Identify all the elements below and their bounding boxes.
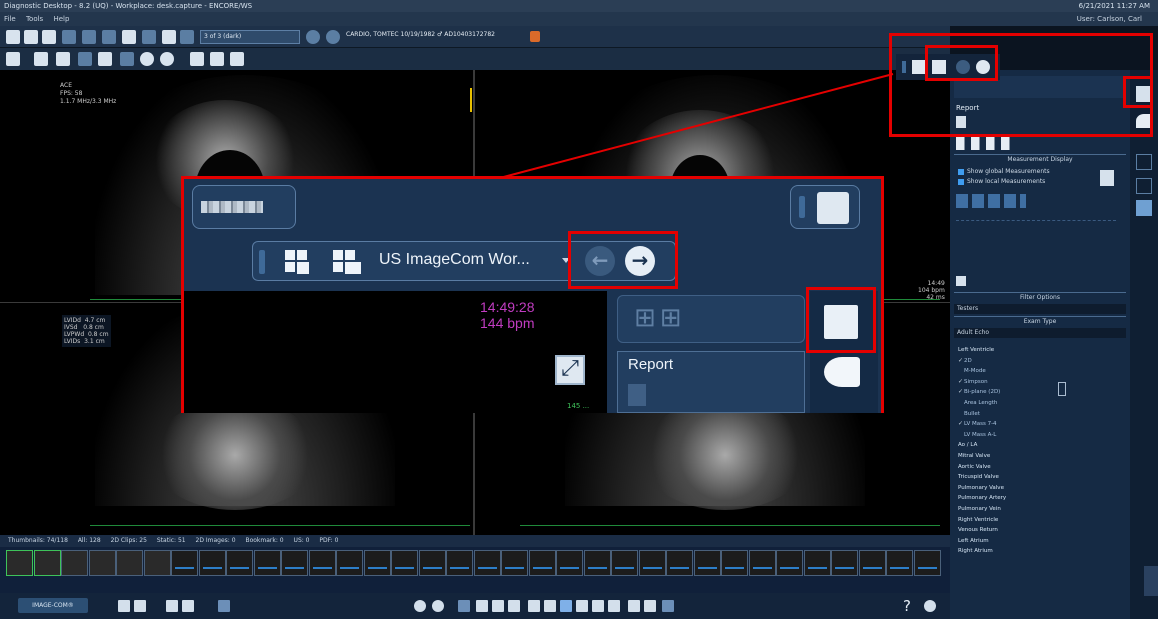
expand-icon[interactable]: ⤢ [555,355,585,385]
zoom-bpm-text: 144 bpm [480,315,535,331]
blurred-patient-name [201,201,263,213]
grip-icon[interactable] [259,250,265,274]
layout-grid-buttons[interactable]: ⊞⊞ [617,295,805,343]
grip-icon[interactable] [799,196,805,218]
close-image-icon[interactable] [817,192,849,224]
zoom-time: 14:49:28 144 bpm [480,299,535,331]
key-icon[interactable] [824,357,860,387]
layout-hp-icon[interactable] [331,248,363,276]
highlight-arrows-zoom [568,231,678,289]
zoom-green-text: 145 ... [567,402,590,410]
report-box[interactable]: Report [617,351,805,413]
patient-pill[interactable] [192,185,296,229]
workspace-name[interactable]: US ImageCom Wor... [379,251,530,269]
zoom-callout: US ImageCom Wor... ← → 14:49:28 144 bpm … [181,176,884,413]
highlight-report-zoom [806,287,876,353]
report-doc-icon [628,384,646,406]
zoom-time-text: 14:49:28 [480,299,535,315]
close-view-pill [790,185,860,229]
report-label: Report [628,356,674,373]
layout-camera-icon[interactable] [283,248,311,276]
zoom-image-area: 14:49:28 144 bpm ⤢ 145 ... [184,291,607,413]
